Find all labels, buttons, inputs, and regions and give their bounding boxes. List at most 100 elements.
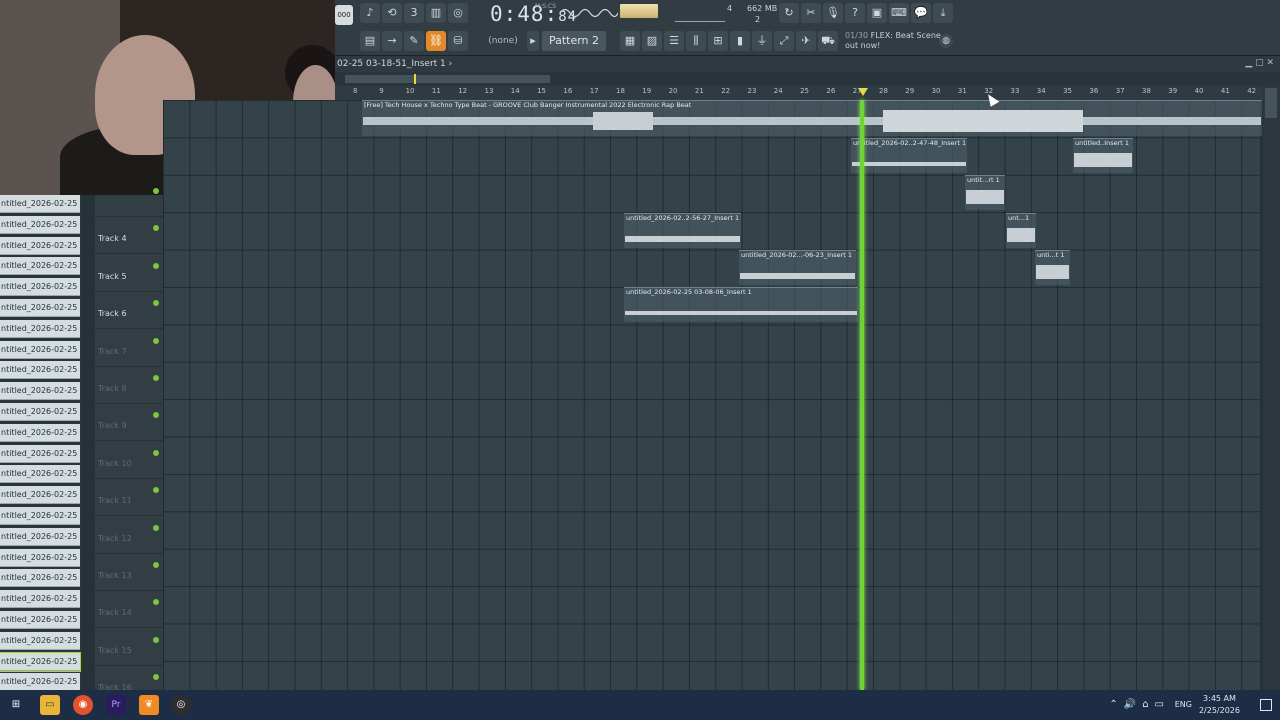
- track-mute-led[interactable]: [153, 674, 159, 681]
- help-icon[interactable]: ?: [845, 3, 865, 23]
- refresh-icon[interactable]: ↻: [779, 3, 799, 23]
- track-header[interactable]: Track 9: [95, 404, 163, 442]
- clip-source-item[interactable]: ntitled_2026-02-25 03-...: [0, 195, 80, 213]
- clip-source-item[interactable]: ntitled_2026-02-25 03-...: [0, 590, 80, 609]
- language-indicator[interactable]: ENG: [1175, 700, 1192, 709]
- clip-source-item[interactable]: ntitled_2026-02-25 03-...: [0, 319, 80, 338]
- draw-icon[interactable]: ✎: [404, 31, 424, 51]
- clip-source-item[interactable]: ntitled_2026-02-25 03-...: [0, 611, 80, 629]
- audio-clip-c6[interactable]: untitled_2026-02...-06-23_Insert 1: [739, 250, 856, 285]
- clip-source-item[interactable]: ntitled_2026-02-25 03-...: [0, 651, 81, 672]
- clip-source-item[interactable]: ntitled_2026-02-25 03-...: [0, 236, 80, 255]
- track-mute-led[interactable]: [153, 375, 159, 381]
- audio-clip-c8[interactable]: untitled_2026-02-25 03-08-06_Insert 1: [624, 287, 858, 322]
- clip-source-item[interactable]: ntitled_2026-02-25 03-...: [0, 361, 80, 380]
- clipboard-icon[interactable]: ▮: [730, 31, 750, 51]
- tempo-display[interactable]: 000: [335, 5, 353, 25]
- track-mute-led[interactable]: [153, 225, 159, 232]
- track-mute-led[interactable]: [153, 300, 159, 307]
- tools-icon[interactable]: ✈: [796, 31, 816, 51]
- track-mute-led[interactable]: [153, 636, 159, 643]
- file-explorer-icon[interactable]: ▭: [40, 695, 60, 715]
- audio-clip-c5[interactable]: unt...1: [1006, 213, 1036, 248]
- mixer-icon[interactable]: ⫼: [686, 31, 706, 51]
- clip-source-item[interactable]: ntitled_2026-02-25 03-...: [0, 299, 80, 317]
- stamp-icon[interactable]: ⛁: [448, 31, 468, 51]
- playlist-icon[interactable]: ▦: [620, 31, 640, 51]
- browser-icon[interactable]: ⊞: [708, 31, 728, 51]
- track-header[interactable]: Track 6: [95, 292, 163, 330]
- piano-roll-icon[interactable]: ▤: [360, 31, 380, 51]
- audio-clip-c3[interactable]: untit...rt 1: [965, 175, 1005, 210]
- track-mute-led[interactable]: [153, 449, 159, 456]
- firefox-icon[interactable]: ◉: [73, 695, 93, 715]
- fl-studio-icon[interactable]: ❦: [139, 695, 159, 715]
- track-mute-led[interactable]: [153, 487, 159, 494]
- clip-source-item[interactable]: ntitled_2026-02-25 03-...: [0, 527, 80, 546]
- track-mute-led[interactable]: [153, 524, 159, 531]
- vertical-scrollbar-thumb[interactable]: [1265, 88, 1277, 118]
- clip-source-item[interactable]: ntitled_2026-02-25 03-...: [0, 257, 80, 276]
- track-header[interactable]: Track 10: [95, 442, 163, 479]
- premiere-pro-icon[interactable]: Pr: [106, 695, 126, 715]
- track-header[interactable]: Track 15: [95, 629, 163, 666]
- timeline-ruler[interactable]: 8 9 10 11 12 13 14 15 16 17 18 19 20 21 22 23 24 25 26 27 28…: [335, 86, 1265, 100]
- chat-icon[interactable]: 💬: [911, 3, 931, 23]
- snap-selector[interactable]: (none): [480, 31, 526, 51]
- clip-source-item[interactable]: ntitled_2026-02-25 03-...: [0, 278, 80, 297]
- windows-start-icon[interactable]: ⊞: [6, 695, 26, 715]
- playlist-grid[interactable]: [163, 100, 1260, 690]
- notifications-icon[interactable]: [1260, 699, 1272, 711]
- track-mute-led[interactable]: [153, 262, 159, 269]
- system-tray-icons[interactable]: ⌃🔊⌂▭: [1109, 699, 1170, 710]
- track-header[interactable]: Track 7: [95, 330, 163, 367]
- playlist-window-buttons[interactable]: ▁ ▢ ✕: [1245, 58, 1274, 68]
- audio-clip-c4[interactable]: untitled_2026-02..2-56-27_Insert 1: [624, 213, 741, 248]
- clip-source-item[interactable]: ntitled_2026-02-25 03-...: [0, 507, 80, 525]
- arrow-icon[interactable]: →: [382, 31, 402, 51]
- clip-source-item[interactable]: ntitled_2026-02-25 03-...: [0, 569, 80, 588]
- clip-source-item[interactable]: ntitled_2026-02-25 03-...: [0, 631, 80, 650]
- channel-rack-icon[interactable]: ☰: [664, 31, 684, 51]
- track-mute-led[interactable]: [153, 412, 159, 419]
- playhead-line[interactable]: [860, 100, 864, 690]
- blend-notes-icon[interactable]: ◎: [448, 3, 468, 23]
- pattern-selector[interactable]: Pattern 2: [542, 31, 606, 51]
- cart-icon[interactable]: ⛟: [818, 31, 838, 51]
- audio-clip-c1[interactable]: untitled_2026-02..2-47-48_Insert 1: [851, 138, 967, 173]
- track-mute-led[interactable]: [153, 599, 159, 606]
- midi-icon[interactable]: ⌨: [889, 3, 909, 23]
- step-edit-icon[interactable]: ▥: [426, 3, 446, 23]
- download-icon[interactable]: ⤓: [933, 3, 953, 23]
- clip-source-item[interactable]: ntitled_2026-02-25 03-...: [0, 215, 80, 234]
- track-mute-led[interactable]: [153, 337, 159, 344]
- globe-icon[interactable]: ◍: [939, 34, 953, 48]
- playhead-marker[interactable]: [858, 88, 868, 96]
- clip-source-item[interactable]: ntitled_2026-02-25 03-...: [0, 423, 80, 442]
- track-mute-led[interactable]: [153, 188, 159, 194]
- taskbar-clock[interactable]: 3:45 AM 2/25/2026: [1199, 693, 1240, 717]
- clip-source-item[interactable]: ntitled_2026-02-25 03-...: [0, 340, 80, 359]
- link-icon[interactable]: ⛓: [426, 31, 446, 51]
- plugin-icon[interactable]: ⏚: [752, 31, 772, 51]
- microphone-icon[interactable]: 🎙: [823, 3, 843, 23]
- vertical-scrollbar[interactable]: [1263, 86, 1280, 690]
- track-header[interactable]: Track 13: [95, 554, 163, 591]
- clip-source-item[interactable]: ntitled_2026-02-25 03-...: [0, 382, 80, 401]
- clip-source-item[interactable]: ntitled_2026-02-25 03-...: [0, 548, 80, 567]
- track-header[interactable]: Track 8: [95, 367, 163, 404]
- track-header[interactable]: Track 12: [95, 517, 163, 554]
- clip-source-item[interactable]: ntitled_2026-02-25 03-...: [0, 673, 80, 692]
- cut-icon[interactable]: ✂: [801, 3, 821, 23]
- audio-clip-beat[interactable]: [Free] Tech House x Techno Type Beat - G…: [362, 100, 1262, 136]
- obs-icon[interactable]: ◎: [171, 695, 191, 715]
- save-icon[interactable]: ▣: [867, 3, 887, 23]
- clip-source-item[interactable]: ntitled_2026-02-25 03-...: [0, 465, 80, 484]
- song-position-marker[interactable]: [414, 74, 416, 84]
- audio-clip-c2[interactable]: untitled..Insert 1: [1073, 138, 1133, 173]
- track-header[interactable]: Track 5: [95, 255, 163, 292]
- countdown-icon[interactable]: 3: [404, 3, 424, 23]
- loop-record-icon[interactable]: ⟲: [382, 3, 402, 23]
- pattern-prev-icon[interactable]: ▸: [527, 31, 539, 51]
- magnet-icon[interactable]: ⤢: [774, 31, 794, 51]
